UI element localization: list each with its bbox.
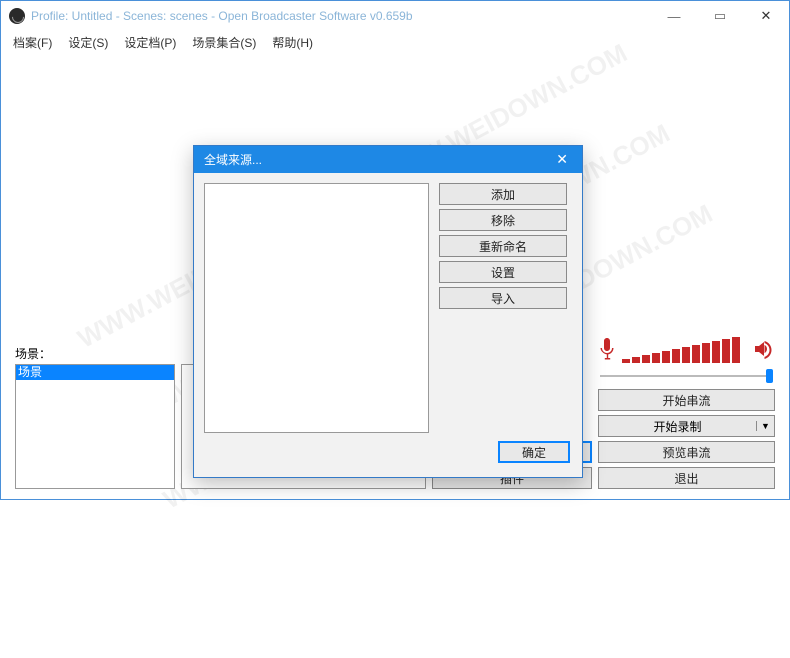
scenes-panel: 场景： 场景: [15, 345, 175, 489]
dialog-body: 添加 移除 重新命名 设置 导入: [194, 173, 582, 441]
window-title: Profile: Untitled - Scenes: scenes - Ope…: [31, 9, 413, 23]
scenes-listbox[interactable]: 场景: [15, 364, 175, 489]
remove-button[interactable]: 移除: [439, 209, 567, 231]
exit-button[interactable]: 退出: [598, 467, 775, 489]
start-record-combo[interactable]: 开始录制 ▼: [598, 415, 775, 437]
close-button[interactable]: ✕: [743, 1, 789, 31]
global-sources-dialog: 全域来源... ✕ 添加 移除 重新命名 设置 导入 确定: [193, 145, 583, 478]
right-controls: 开始串流 开始录制 ▼ 预览串流 退出: [598, 333, 775, 489]
client-area: WWW.WEIDOWN.COMWWW.WEIDOWN.COM WWW.WEIDO…: [1, 53, 789, 499]
slider-thumb[interactable]: [766, 369, 773, 383]
dialog-listbox[interactable]: [204, 183, 429, 433]
settings-button[interactable]: 设置: [439, 261, 567, 283]
app-window: Profile: Untitled - Scenes: scenes - Ope…: [0, 0, 790, 500]
add-button[interactable]: 添加: [439, 183, 567, 205]
volume-slider[interactable]: [600, 373, 773, 379]
titlebar: Profile: Untitled - Scenes: scenes - Ope…: [1, 1, 789, 31]
start-record-label: 开始录制: [599, 418, 756, 435]
dialog-title: 全域来源...: [204, 151, 262, 168]
scene-item[interactable]: 场景: [16, 365, 174, 380]
menu-scenes[interactable]: 场景集合(S): [186, 32, 262, 53]
chevron-down-icon[interactable]: ▼: [756, 421, 774, 431]
audio-meter: [622, 337, 747, 363]
ok-button[interactable]: 确定: [498, 441, 570, 463]
dialog-footer: 确定: [194, 441, 582, 477]
maximize-button[interactable]: ▭: [697, 1, 743, 31]
menu-file[interactable]: 档案(F): [7, 32, 58, 53]
speaker-icon[interactable]: [753, 338, 775, 363]
menu-profile[interactable]: 设定档(P): [118, 32, 182, 53]
start-stream-button[interactable]: 开始串流: [598, 389, 775, 411]
dialog-close-icon[interactable]: ✕: [552, 151, 572, 168]
menubar: 档案(F) 设定(S) 设定档(P) 场景集合(S) 帮助(H): [1, 31, 789, 53]
scenes-label: 场景：: [15, 345, 175, 362]
import-button[interactable]: 导入: [439, 287, 567, 309]
minimize-button[interactable]: —: [651, 1, 697, 31]
preview-stream-button[interactable]: 预览串流: [598, 441, 775, 463]
rename-button[interactable]: 重新命名: [439, 235, 567, 257]
app-icon: [9, 8, 25, 24]
mic-icon[interactable]: [598, 338, 616, 363]
menu-help[interactable]: 帮助(H): [266, 32, 319, 53]
dialog-titlebar: 全域来源... ✕: [194, 146, 582, 173]
menu-settings[interactable]: 设定(S): [62, 32, 114, 53]
audio-row: [598, 333, 775, 363]
dialog-buttons: 添加 移除 重新命名 设置 导入: [439, 183, 567, 433]
